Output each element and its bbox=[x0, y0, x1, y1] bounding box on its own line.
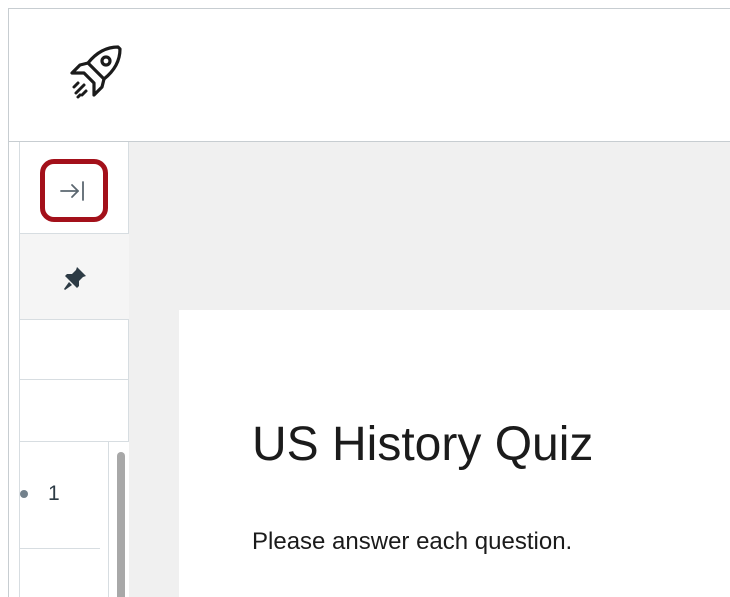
main-content: US History Quiz Please answer each quest… bbox=[129, 142, 730, 597]
quiz-card: US History Quiz Please answer each quest… bbox=[179, 310, 730, 597]
app-frame: 1 US History Quiz Please answer each que… bbox=[8, 8, 730, 597]
top-bar bbox=[9, 9, 730, 142]
quiz-instructions: Please answer each question. bbox=[252, 528, 573, 555]
pushpin-icon[interactable] bbox=[60, 263, 90, 293]
rocket-icon bbox=[70, 45, 122, 99]
question-nav-item[interactable] bbox=[20, 549, 100, 597]
sidebar-row bbox=[20, 320, 129, 380]
question-nav-item[interactable]: 1 bbox=[20, 442, 100, 549]
quiz-sidebar: 1 bbox=[19, 142, 129, 597]
question-status-dot bbox=[20, 490, 28, 498]
sidebar-row bbox=[20, 380, 129, 442]
arrow-to-right-icon bbox=[60, 181, 84, 201]
collapse-cell bbox=[20, 142, 129, 234]
collapse-sidebar-button[interactable] bbox=[40, 159, 108, 222]
sidebar-scrollbar-track bbox=[108, 442, 129, 597]
pin-cell bbox=[20, 234, 129, 320]
question-number: 1 bbox=[48, 482, 60, 505]
quiz-title: US History Quiz bbox=[252, 418, 594, 471]
sidebar-scrollbar-thumb[interactable] bbox=[117, 452, 125, 597]
